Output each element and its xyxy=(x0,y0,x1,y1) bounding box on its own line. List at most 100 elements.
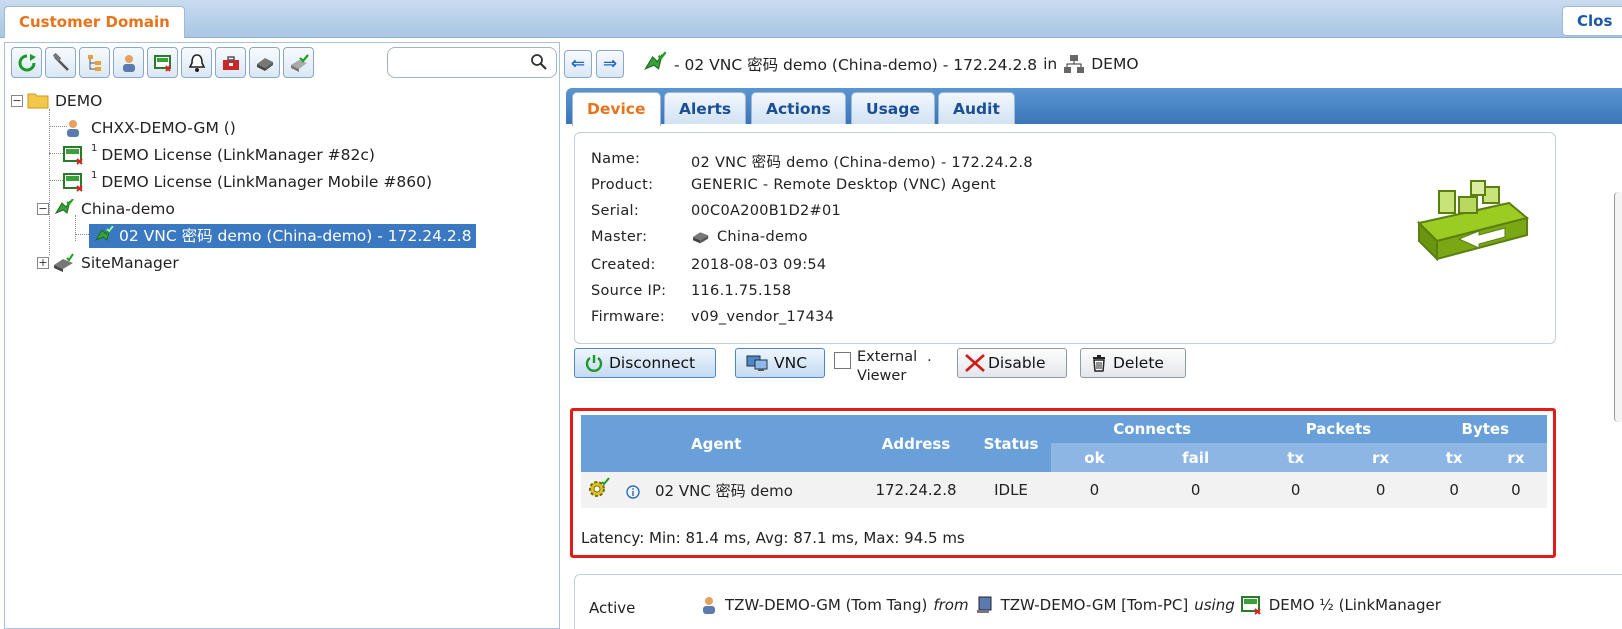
delete-button[interactable]: Delete xyxy=(1080,348,1186,378)
gateway-icon xyxy=(256,57,273,71)
user-icon xyxy=(63,118,85,138)
search-input[interactable] xyxy=(396,48,526,76)
device-info: Name: 02 VNC 密码 demo (China-demo) - 172.… xyxy=(574,132,1556,344)
refresh-button[interactable] xyxy=(11,47,42,78)
gateway-button[interactable] xyxy=(249,47,280,78)
latency-text: Latency: Min: 81.4 ms, Avg: 87.1 ms, Max… xyxy=(581,529,965,547)
using-label: using xyxy=(1194,596,1235,614)
tree-node-sitemanager[interactable]: + SiteManager xyxy=(11,249,551,276)
breadcrumb: - 02 VNC 密码 demo (China-demo) - 172.24.2… xyxy=(642,48,1139,80)
agent-online-icon xyxy=(53,197,75,219)
tab-alerts[interactable]: Alerts xyxy=(664,92,747,124)
license-icon xyxy=(63,172,85,192)
header-bytes-tx: tx xyxy=(1423,443,1485,472)
user-button[interactable] xyxy=(113,47,144,78)
row-icons xyxy=(581,472,651,508)
arrow-left-icon: ⇐ xyxy=(570,54,586,74)
selected-node[interactable]: 02 VNC 密码 demo (China-demo) - 172.24.2.8 xyxy=(89,223,476,248)
tree-node-demo[interactable]: − DEMO xyxy=(11,87,551,114)
license-count: 1 xyxy=(91,170,98,181)
breadcrumb-in: in xyxy=(1043,55,1058,73)
tree-node-license-860[interactable]: 1 DEMO License (LinkManager Mobile #860) xyxy=(11,168,551,195)
tree-node-vnc-demo[interactable]: 02 VNC 密码 demo (China-demo) - 172.24.2.8 xyxy=(11,222,551,249)
scrollbar[interactable] xyxy=(1614,192,1622,422)
expand-toggle[interactable]: + xyxy=(37,256,49,269)
header-connects: Connects xyxy=(1051,415,1254,443)
gear-icon xyxy=(589,477,610,497)
tree-view-button[interactable] xyxy=(79,47,110,78)
license-button[interactable] xyxy=(147,47,178,78)
toolbox-button[interactable] xyxy=(215,47,246,78)
close-tab[interactable]: Clos xyxy=(1562,6,1622,36)
toolbox-icon xyxy=(222,55,239,70)
tab-device[interactable]: Device xyxy=(572,92,661,126)
external-viewer-label: External xyxy=(857,349,918,365)
header-address: Address xyxy=(861,415,971,472)
external-viewer-checkbox[interactable] xyxy=(834,352,851,369)
disable-button[interactable]: Disable xyxy=(957,348,1067,378)
active-label: Active xyxy=(589,599,636,617)
forward-button[interactable]: ⇒ xyxy=(596,50,624,78)
info-icon[interactable] xyxy=(626,485,640,499)
disconnect-button[interactable]: Disconnect xyxy=(574,348,716,378)
license-icon xyxy=(153,54,171,72)
hammer-icon xyxy=(52,52,69,71)
active-pc[interactable]: TZW-DEMO-GM [Tom-PC] xyxy=(1001,596,1189,614)
info-created: Created: 2018-08-03 09:54 xyxy=(591,257,827,273)
master-link[interactable]: China-demo xyxy=(717,229,808,245)
detail-panel: ⇐ ⇒ - 02 VNC 密码 demo (China-demo) - 172.… xyxy=(564,42,1622,629)
cell-connects-fail: 0 xyxy=(1137,472,1254,508)
info-firmware: Firmware: v09_vendor_17434 xyxy=(591,309,835,325)
header-packets: Packets xyxy=(1253,415,1424,443)
header-bytes-rx: rx xyxy=(1484,443,1547,472)
tab-audit[interactable]: Audit xyxy=(938,92,1015,124)
back-button[interactable]: ⇐ xyxy=(564,50,592,78)
bell-icon xyxy=(188,53,205,72)
cell-packets-rx: 0 xyxy=(1337,472,1424,508)
tools-button[interactable] xyxy=(45,47,76,78)
tree-node-user[interactable]: CHXX-DEMO-GM () xyxy=(11,114,551,141)
gateway-check-button[interactable] xyxy=(283,47,314,78)
folder-icon xyxy=(27,91,49,111)
power-icon xyxy=(585,355,603,372)
tree-panel: − DEMO CHXX-DEMO-GM () 1 DEMO License (L… xyxy=(4,42,560,629)
remote-desktop-icon xyxy=(746,355,768,371)
tree-label: DEMO License (LinkManager #82c) xyxy=(101,145,375,164)
tab-usage[interactable]: Usage xyxy=(851,92,935,124)
tree-label: DEMO License (LinkManager Mobile #860) xyxy=(101,172,433,191)
breadcrumb-domain[interactable]: DEMO xyxy=(1091,55,1138,73)
tree-node-china-demo[interactable]: − China-demo xyxy=(11,195,551,222)
cell-connects-ok: 0 xyxy=(1051,472,1138,508)
header-connects-ok: ok xyxy=(1051,443,1138,472)
tree-label: CHXX-DEMO-GM () xyxy=(91,118,236,137)
vnc-button[interactable]: VNC xyxy=(735,348,825,378)
pc-icon xyxy=(976,596,992,613)
license-icon xyxy=(1240,596,1261,615)
collapse-toggle[interactable]: − xyxy=(37,202,49,215)
info-product: Product: GENERIC - Remote Desktop (VNC) … xyxy=(591,177,996,193)
info-serial: Serial: 00C0A200B1D2#01 xyxy=(591,203,842,219)
header-status: Status xyxy=(971,415,1051,472)
customer-domain-tab[interactable]: Customer Domain xyxy=(4,6,185,38)
tree-search[interactable] xyxy=(387,47,557,78)
collapse-toggle[interactable]: − xyxy=(11,94,23,107)
active-license[interactable]: DEMO ½ (LinkManager xyxy=(1269,596,1441,614)
search-icon[interactable] xyxy=(530,53,548,71)
agent-table: Agent Address Status Connects Packets By… xyxy=(581,415,1547,508)
info-name: Name: 02 VNC 密码 demo (China-demo) - 172.… xyxy=(591,151,1033,171)
device-tree: − DEMO CHXX-DEMO-GM () 1 DEMO License (L… xyxy=(11,87,551,276)
network-icon xyxy=(1064,55,1085,73)
active-user[interactable]: TZW-DEMO-GM (Tom Tang) xyxy=(725,596,927,614)
alerts-button[interactable] xyxy=(181,47,212,78)
agent-online-icon xyxy=(93,224,115,246)
tab-actions[interactable]: Actions xyxy=(751,92,846,124)
breadcrumb-device: - 02 VNC 密码 demo (China-demo) - 172.24.2… xyxy=(674,56,1038,74)
tree-node-license-82c[interactable]: 1 DEMO License (LinkManager #82c) xyxy=(11,141,551,168)
external-viewer-option[interactable]: External Viewer . xyxy=(834,348,932,386)
cell-packets-tx: 0 xyxy=(1253,472,1338,508)
header-agent: Agent xyxy=(651,415,861,472)
cell-agent: 02 VNC 密码 demo xyxy=(651,472,861,508)
cell-bytes-tx: 0 xyxy=(1423,472,1485,508)
agent-device-illustration xyxy=(1417,180,1529,262)
table-row[interactable]: 02 VNC 密码 demo 172.24.2.8 IDLE 0 0 0 0 0… xyxy=(581,472,1547,508)
